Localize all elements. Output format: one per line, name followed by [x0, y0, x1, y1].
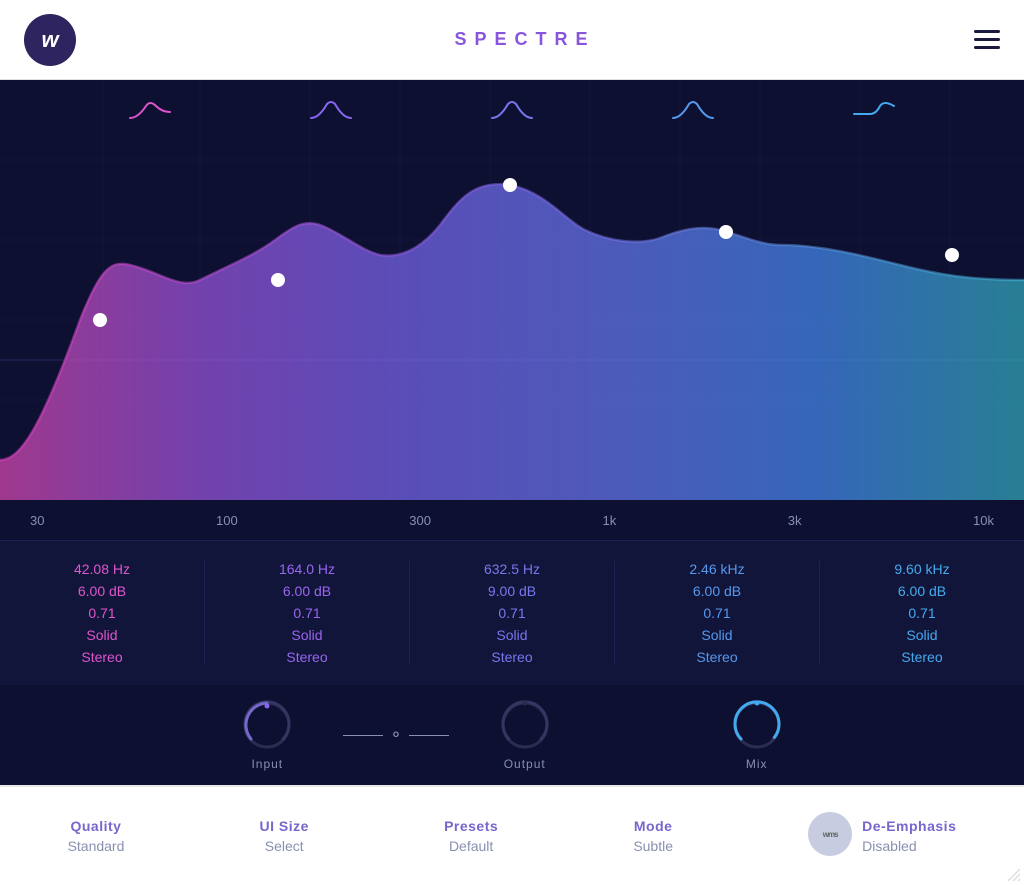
de-emphasis-toggle[interactable]: wms	[808, 812, 852, 856]
band-point-5	[945, 248, 959, 262]
filter-icon-low-shelf[interactable]	[128, 98, 172, 131]
presets-value: Default	[449, 838, 493, 854]
band-4-q[interactable]: 0.71	[703, 605, 730, 621]
band-3-params: 632.5 Hz 9.00 dB 0.71 Solid Stereo	[410, 561, 615, 665]
input-knob-group: Input	[241, 699, 293, 771]
filter-icon-bell-3[interactable]	[671, 98, 715, 131]
band-4-gain[interactable]: 6.00 dB	[693, 583, 741, 599]
connector-line-left	[343, 735, 383, 736]
freq-label-300: 300	[409, 513, 431, 528]
input-knob[interactable]	[241, 699, 293, 751]
band-2-mode[interactable]: Solid	[291, 627, 322, 643]
band-2-gain[interactable]: 6.00 dB	[283, 583, 331, 599]
mix-knob[interactable]	[731, 699, 783, 751]
band-3-q[interactable]: 0.71	[498, 605, 525, 621]
band-2-freq[interactable]: 164.0 Hz	[279, 561, 335, 577]
frequency-axis: 30 100 300 1k 3k 10k	[0, 500, 1024, 540]
band-4-channel[interactable]: Stereo	[696, 649, 737, 665]
band-4-mode[interactable]: Solid	[701, 627, 732, 643]
band-3-mode[interactable]: Solid	[496, 627, 527, 643]
band-5-freq[interactable]: 9.60 kHz	[894, 561, 949, 577]
band-3-gain[interactable]: 9.00 dB	[488, 583, 536, 599]
footer-de-emphasis[interactable]: wms De-Emphasis Disabled	[808, 812, 956, 860]
mode-value: Subtle	[633, 838, 673, 854]
mix-knob-group: Mix	[731, 699, 783, 771]
band-1-gain[interactable]: 6.00 dB	[78, 583, 126, 599]
ui-size-value: Select	[265, 838, 304, 854]
band-3-channel[interactable]: Stereo	[491, 649, 532, 665]
de-emphasis-icon-text: wms	[823, 830, 838, 839]
eq-display: 30 100 300 1k 3k 10k	[0, 80, 1024, 540]
hamburger-line	[974, 46, 1000, 49]
io-connector: ⚬	[343, 725, 448, 745]
footer-presets[interactable]: Presets Default	[444, 818, 498, 854]
filter-icons-row	[0, 80, 1024, 131]
freq-label-10k: 10k	[973, 513, 994, 528]
filter-icon-high-shelf[interactable]	[852, 98, 896, 131]
output-knob[interactable]	[499, 699, 551, 751]
band-5-mode[interactable]: Solid	[906, 627, 937, 643]
output-knob-group: Output	[499, 699, 551, 771]
band-2-params: 164.0 Hz 6.00 dB 0.71 Solid Stereo	[205, 561, 410, 665]
de-emphasis-label: De-Emphasis	[862, 818, 956, 834]
freq-label-30: 30	[30, 513, 44, 528]
filter-icon-bell-1[interactable]	[309, 98, 353, 131]
band-1-params: 42.08 Hz 6.00 dB 0.71 Solid Stereo	[0, 561, 205, 665]
band-4-params: 2.46 kHz 6.00 dB 0.71 Solid Stereo	[615, 561, 820, 665]
freq-label-100: 100	[216, 513, 238, 528]
filter-icon-bell-2[interactable]	[490, 98, 534, 131]
band-point-1	[93, 313, 107, 327]
footer-quality[interactable]: Quality Standard	[68, 818, 125, 854]
band-point-4	[719, 225, 733, 239]
mix-label: Mix	[746, 757, 768, 771]
controls-row: Input ⚬ Output Mix	[0, 685, 1024, 785]
band-5-q[interactable]: 0.71	[908, 605, 935, 621]
hamburger-line	[974, 38, 1000, 41]
de-emphasis-row: wms De-Emphasis Disabled	[808, 812, 956, 860]
band-1-freq[interactable]: 42.08 Hz	[74, 561, 130, 577]
freq-label-1k: 1k	[602, 513, 616, 528]
footer-ui-size[interactable]: UI Size Select	[260, 818, 309, 854]
presets-label: Presets	[444, 818, 498, 834]
link-icon: ⚬	[389, 725, 402, 745]
resize-handle[interactable]	[1006, 867, 1020, 881]
band-1-mode[interactable]: Solid	[86, 627, 117, 643]
band-point-2	[271, 273, 285, 287]
quality-value: Standard	[68, 838, 125, 854]
params-panel: 42.08 Hz 6.00 dB 0.71 Solid Stereo 164.0…	[0, 540, 1024, 685]
band-2-channel[interactable]: Stereo	[286, 649, 327, 665]
band-2-q[interactable]: 0.71	[293, 605, 320, 621]
band-5-channel[interactable]: Stereo	[901, 649, 942, 665]
quality-label: Quality	[70, 818, 121, 834]
footer-mode[interactable]: Mode Subtle	[633, 818, 673, 854]
band-point-3	[503, 178, 517, 192]
band-1-q[interactable]: 0.71	[88, 605, 115, 621]
band-5-params: 9.60 kHz 6.00 dB 0.71 Solid Stereo	[820, 561, 1024, 665]
band-3-freq[interactable]: 632.5 Hz	[484, 561, 540, 577]
footer: Quality Standard UI Size Select Presets …	[0, 785, 1024, 885]
connector-line-right	[409, 735, 449, 736]
mode-label: Mode	[634, 818, 673, 834]
band-5-gain[interactable]: 6.00 dB	[898, 583, 946, 599]
output-label: Output	[504, 757, 546, 771]
hamburger-line	[974, 30, 1000, 33]
header: w SPECTRE	[0, 0, 1024, 80]
band-1-channel[interactable]: Stereo	[81, 649, 122, 665]
ui-size-label: UI Size	[260, 818, 309, 834]
app-title: SPECTRE	[454, 29, 595, 50]
freq-label-3k: 3k	[788, 513, 802, 528]
logo[interactable]: w	[24, 14, 76, 66]
band-4-freq[interactable]: 2.46 kHz	[689, 561, 744, 577]
de-emphasis-value: Disabled	[862, 838, 916, 854]
input-label: Input	[251, 757, 283, 771]
hamburger-menu-button[interactable]	[974, 30, 1000, 49]
